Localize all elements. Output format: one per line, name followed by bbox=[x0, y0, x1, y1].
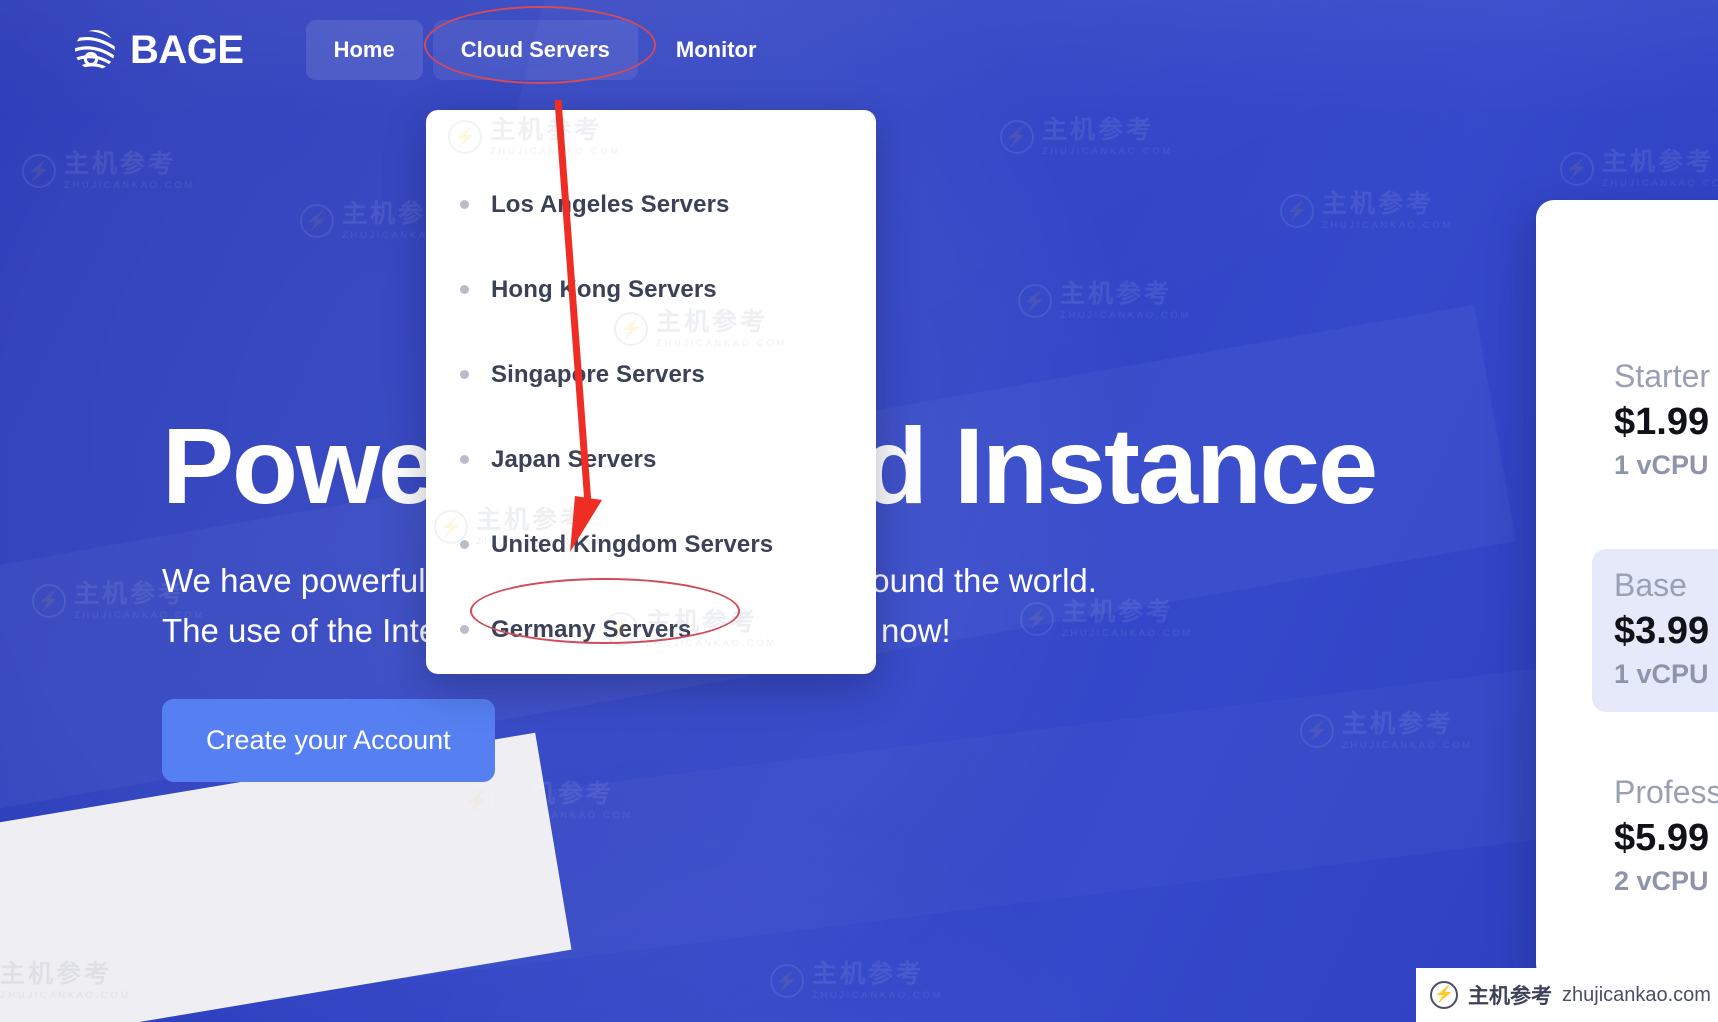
plan-spec: 1 vCPU bbox=[1614, 659, 1709, 689]
circle-lightning-icon: ⚡ bbox=[604, 612, 638, 647]
nav-item-cloud-servers[interactable]: Cloud Servers bbox=[432, 20, 638, 80]
watermark-tile: ⚡ 主机参考 ZHUJICANKAO.COM bbox=[604, 610, 777, 649]
plan-price: $3.99 bbox=[1614, 610, 1710, 652]
plan-card-base[interactable]: Base $3.99 1 vCPU bbox=[1592, 549, 1718, 712]
dropdown-item-label: Singapore Servers bbox=[491, 360, 705, 388]
dropdown-item-los-angeles-servers[interactable]: Los Angeles Servers bbox=[426, 162, 876, 247]
nav-links: Home Cloud Servers Monitor bbox=[305, 20, 785, 80]
plan-name: Starter bbox=[1614, 358, 1711, 394]
plan-spec: 1 vCPU bbox=[1614, 450, 1709, 480]
dropdown-item-label: Japan Servers bbox=[491, 445, 657, 473]
nav-item-home[interactable]: Home bbox=[305, 20, 423, 80]
plan-spec: 2 vCPU bbox=[1614, 866, 1709, 896]
page-root: ⚡ 主机参考 ZHUJICANKAO.COM ⚡ 主机参考 ZHUJICANKAO.… bbox=[0, 0, 1718, 1022]
brand-name: BAGE bbox=[130, 27, 244, 72]
watermark-tile: ⚡ 主机参考 ZHUJICANKAO.COM bbox=[448, 118, 621, 157]
bullet-icon bbox=[460, 200, 469, 209]
watermark-cn: 主机参考 bbox=[646, 608, 759, 636]
nav-item-monitor[interactable]: Monitor bbox=[648, 20, 785, 80]
watermark-en: ZHUJICANKAO.COM bbox=[656, 338, 787, 349]
dropdown-list: Los Angeles Servers Hong Kong Servers Si… bbox=[426, 162, 876, 672]
watermark-en: ZHUJICANKAO.COM bbox=[490, 146, 621, 157]
watermark-en: ZHUJICANKAO.COM bbox=[476, 536, 607, 547]
badge-url-label: zhujicankao.com bbox=[1562, 983, 1711, 1006]
watermark-cn: 主机参考 bbox=[656, 308, 769, 336]
plan-name: Professional bbox=[1614, 774, 1718, 810]
circle-lightning-icon: ⚡ bbox=[434, 510, 468, 545]
circle-lightning-icon: ⚡ bbox=[448, 120, 482, 155]
circle-lightning-icon: ⚡ bbox=[614, 312, 648, 347]
pricing-panel: Starter $1.99 1 vCPU Base $3.99 1 vCPU P… bbox=[1536, 200, 1718, 982]
bullet-icon bbox=[460, 625, 469, 634]
plan-card-professional[interactable]: Professional $5.99 2 vCPU bbox=[1614, 766, 1718, 911]
plan-price: $1.99 bbox=[1614, 401, 1710, 443]
dropdown-item-japan-servers[interactable]: Japan Servers bbox=[426, 417, 876, 502]
bullet-icon bbox=[460, 370, 469, 379]
watermark-en: ZHUJICANKAO.COM bbox=[646, 638, 777, 649]
badge-cn-label: 主机参考 bbox=[1468, 985, 1552, 1008]
site-watermark-badge: ⚡ 主机参考 zhujicankao.com bbox=[1416, 968, 1718, 1022]
dropdown-item-label: Los Angeles Servers bbox=[491, 190, 730, 218]
cloud-servers-dropdown: Los Angeles Servers Hong Kong Servers Si… bbox=[426, 110, 876, 674]
bullet-icon bbox=[460, 455, 469, 464]
dropdown-item-label: Hong Kong Servers bbox=[491, 275, 717, 303]
circle-lightning-icon: ⚡ bbox=[1430, 981, 1458, 1009]
create-account-button[interactable]: Create your Account bbox=[162, 698, 495, 782]
brand-logo[interactable]: BAGE bbox=[72, 27, 244, 73]
watermark-cn: 主机参考 bbox=[490, 116, 603, 144]
plan-price: $5.99 bbox=[1614, 817, 1710, 859]
globe-sphere-icon bbox=[72, 27, 118, 73]
plan-card-starter[interactable]: Starter $1.99 1 vCPU bbox=[1614, 350, 1718, 495]
watermark-tile: ⚡ 主机参考 ZHUJICANKAO.COM bbox=[614, 310, 787, 349]
watermark-tile: ⚡ 主机参考 ZHUJICANKAO.COM bbox=[434, 508, 607, 547]
navbar: BAGE Home Cloud Servers Monitor bbox=[0, 0, 1718, 100]
watermark-cn: 主机参考 bbox=[476, 506, 589, 534]
bullet-icon bbox=[460, 285, 469, 294]
plan-name: Base bbox=[1614, 567, 1687, 603]
